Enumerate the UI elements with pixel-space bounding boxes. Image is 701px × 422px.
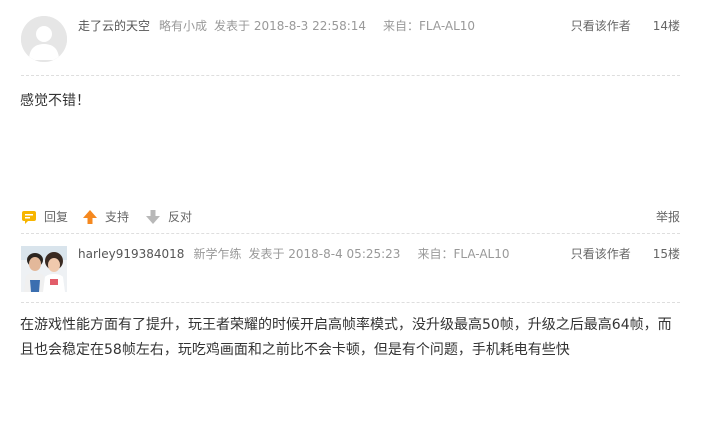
user-rank: 略有小成 [159, 19, 208, 33]
floor-number: 14楼 [652, 19, 680, 33]
only-author-link[interactable]: 只看该作者 [571, 19, 631, 33]
support-button[interactable]: 支持 [82, 208, 129, 226]
arrow-down-icon [146, 210, 160, 224]
post-meta: 走了云的天空 略有小成 发表于 2018-8-3 22:58:14 来自：FLA-AL… [78, 16, 475, 36]
post-actions: 回复 支持 反对 举报 [21, 208, 680, 226]
avatar-photo-icon [21, 246, 67, 292]
post-date: 发表于 2018-8-3 22:58:14 [214, 19, 367, 33]
post-date: 发表于 2018-8-4 05:25:23 [248, 247, 401, 261]
oppose-label: 反对 [168, 210, 193, 224]
username[interactable]: 走了云的天空 [78, 19, 150, 33]
meta-divider [21, 75, 680, 76]
reply-label: 回复 [44, 210, 69, 224]
floor-number: 15楼 [652, 247, 680, 261]
oppose-button[interactable]: 反对 [145, 208, 192, 226]
post-content: 感觉不错！ [20, 93, 90, 109]
thread-container: 走了云的天空 略有小成 发表于 2018-8-3 22:58:14 来自：FLA-AL… [0, 0, 701, 422]
speech-bubble-icon [22, 211, 36, 224]
support-label: 支持 [105, 210, 130, 224]
post-meta: harley919384018 新学乍练 发表于 2018-8-4 05:25:23… [78, 244, 510, 264]
only-author-link[interactable]: 只看该作者 [571, 247, 631, 261]
avatar[interactable] [21, 246, 67, 292]
post-source: 来自：FLA-AL10 [383, 19, 476, 33]
arrow-up-icon [83, 210, 97, 224]
post-content: 在游戏性能方面有了提升，玩王者荣耀的时候开启高帧率模式，没升级最高50帧，升级之… [20, 317, 672, 358]
meta-divider [21, 302, 680, 303]
post-right-ops: 只看该作者 14楼 [571, 16, 680, 36]
post-source: 来自：FLA-AL10 [417, 247, 510, 261]
username[interactable]: harley919384018 [78, 247, 184, 261]
avatar-default-icon[interactable] [21, 16, 67, 62]
report-link[interactable]: 举报 [656, 208, 680, 226]
post-right-ops: 只看该作者 15楼 [571, 244, 680, 264]
reply-button[interactable]: 回复 [21, 208, 68, 226]
user-rank: 新学乍练 [193, 247, 242, 261]
post-divider [21, 233, 680, 234]
